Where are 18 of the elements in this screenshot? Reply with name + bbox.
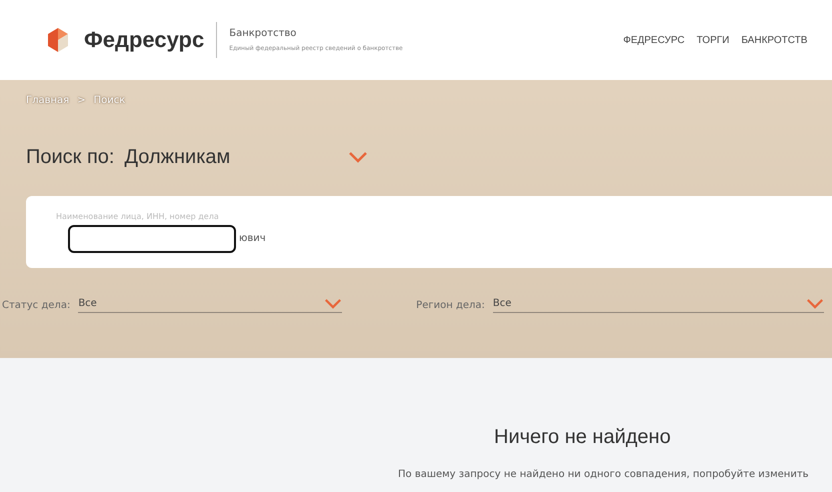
search-field[interactable]: Наименование лица, ИНН, номер дела ювич: [26, 196, 832, 268]
filter-dropdown[interactable]: Все: [78, 298, 342, 312]
result-message: По вашему запросу не найдено ни одного совпадения, попробуйте изменить: [398, 469, 809, 480]
nav-link[interactable]: ФЕДРЕСУРС: [623, 34, 685, 46]
nav-link[interactable]: ТОРГИ: [696, 34, 730, 46]
filter-dropdown[interactable]: Все: [492, 298, 824, 312]
result-title: Ничего не найдено: [494, 426, 671, 449]
logo-text[interactable]: Федресурс: [84, 27, 204, 53]
filter-label: Регион дела:: [416, 300, 485, 310]
filter-label: Статус дела:: [2, 300, 70, 310]
nav-link[interactable]: БАНКРОТСТВ: [741, 34, 808, 46]
breadcrumb-separator: >: [77, 94, 86, 106]
chevron-down-icon: [806, 298, 824, 308]
chevron-down-icon: [348, 151, 368, 163]
chevron-down-icon: [324, 298, 342, 308]
search-by-label: Поиск по:: [26, 146, 114, 168]
section-title: Банкротство: [229, 28, 298, 39]
search-type-dropdown[interactable]: Должникам: [124, 146, 368, 168]
